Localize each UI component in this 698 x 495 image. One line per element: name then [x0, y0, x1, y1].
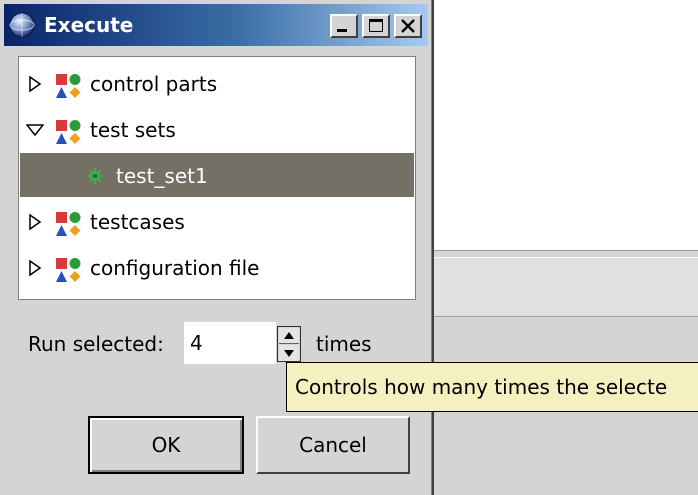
- tree-item-label: test sets: [90, 118, 176, 142]
- title-bar[interactable]: Execute: [4, 4, 428, 46]
- cancel-button[interactable]: Cancel: [256, 416, 410, 474]
- tree-item-configuration-file[interactable]: configuration file: [20, 245, 414, 289]
- run-count-spinner[interactable]: [277, 326, 301, 362]
- background-window-area: [434, 0, 698, 250]
- run-selected-label: Run selected:: [28, 332, 164, 356]
- tree-item-label: testcases: [90, 210, 185, 234]
- tree-item-label: control parts: [90, 72, 218, 96]
- tooltip-text: Controls how many times the selecte: [295, 375, 668, 399]
- execute-dialog: Execute control parts test sets test_set…: [0, 0, 434, 495]
- execution-tree[interactable]: control parts test sets test_set1 testca…: [18, 56, 416, 300]
- category-shapes-icon: [56, 212, 81, 236]
- screen: Execute control parts test sets test_set…: [0, 0, 698, 495]
- tooltip: Controls how many times the selecte: [286, 362, 698, 412]
- window-title: Execute: [44, 13, 134, 37]
- minimize-icon: [337, 29, 347, 32]
- tree-item-control-parts[interactable]: control parts: [20, 61, 414, 105]
- maximize-button[interactable]: [362, 14, 390, 38]
- spin-up-button[interactable]: [279, 328, 299, 344]
- arrow-down-icon: [284, 349, 294, 357]
- spin-down-button[interactable]: [279, 345, 299, 361]
- tree-item-label: configuration file: [90, 256, 260, 280]
- times-label: times: [316, 332, 372, 356]
- gear-icon: [87, 168, 103, 184]
- tree-item-label: test_set1: [116, 164, 208, 188]
- category-shapes-icon: [56, 120, 81, 144]
- run-count-input[interactable]: [184, 322, 276, 364]
- tree-item-test-set1[interactable]: test_set1: [20, 153, 414, 197]
- maximize-icon: [369, 19, 383, 32]
- globe-icon: [9, 12, 35, 38]
- category-shapes-icon: [56, 74, 81, 98]
- ok-button[interactable]: OK: [88, 416, 244, 474]
- category-shapes-icon: [56, 258, 81, 282]
- background-panel-band: [434, 257, 698, 317]
- expand-arrow-icon[interactable]: [26, 213, 44, 231]
- expand-arrow-icon[interactable]: [26, 75, 44, 93]
- tree-item-testcases[interactable]: testcases: [20, 199, 414, 243]
- arrow-up-icon: [284, 332, 294, 339]
- close-button[interactable]: [394, 14, 422, 38]
- expand-arrow-icon[interactable]: [26, 259, 44, 277]
- tree-item-test-sets[interactable]: test sets: [20, 107, 414, 151]
- close-icon: [401, 19, 415, 33]
- minimize-button[interactable]: [330, 14, 358, 38]
- collapse-arrow-icon[interactable]: [26, 121, 44, 139]
